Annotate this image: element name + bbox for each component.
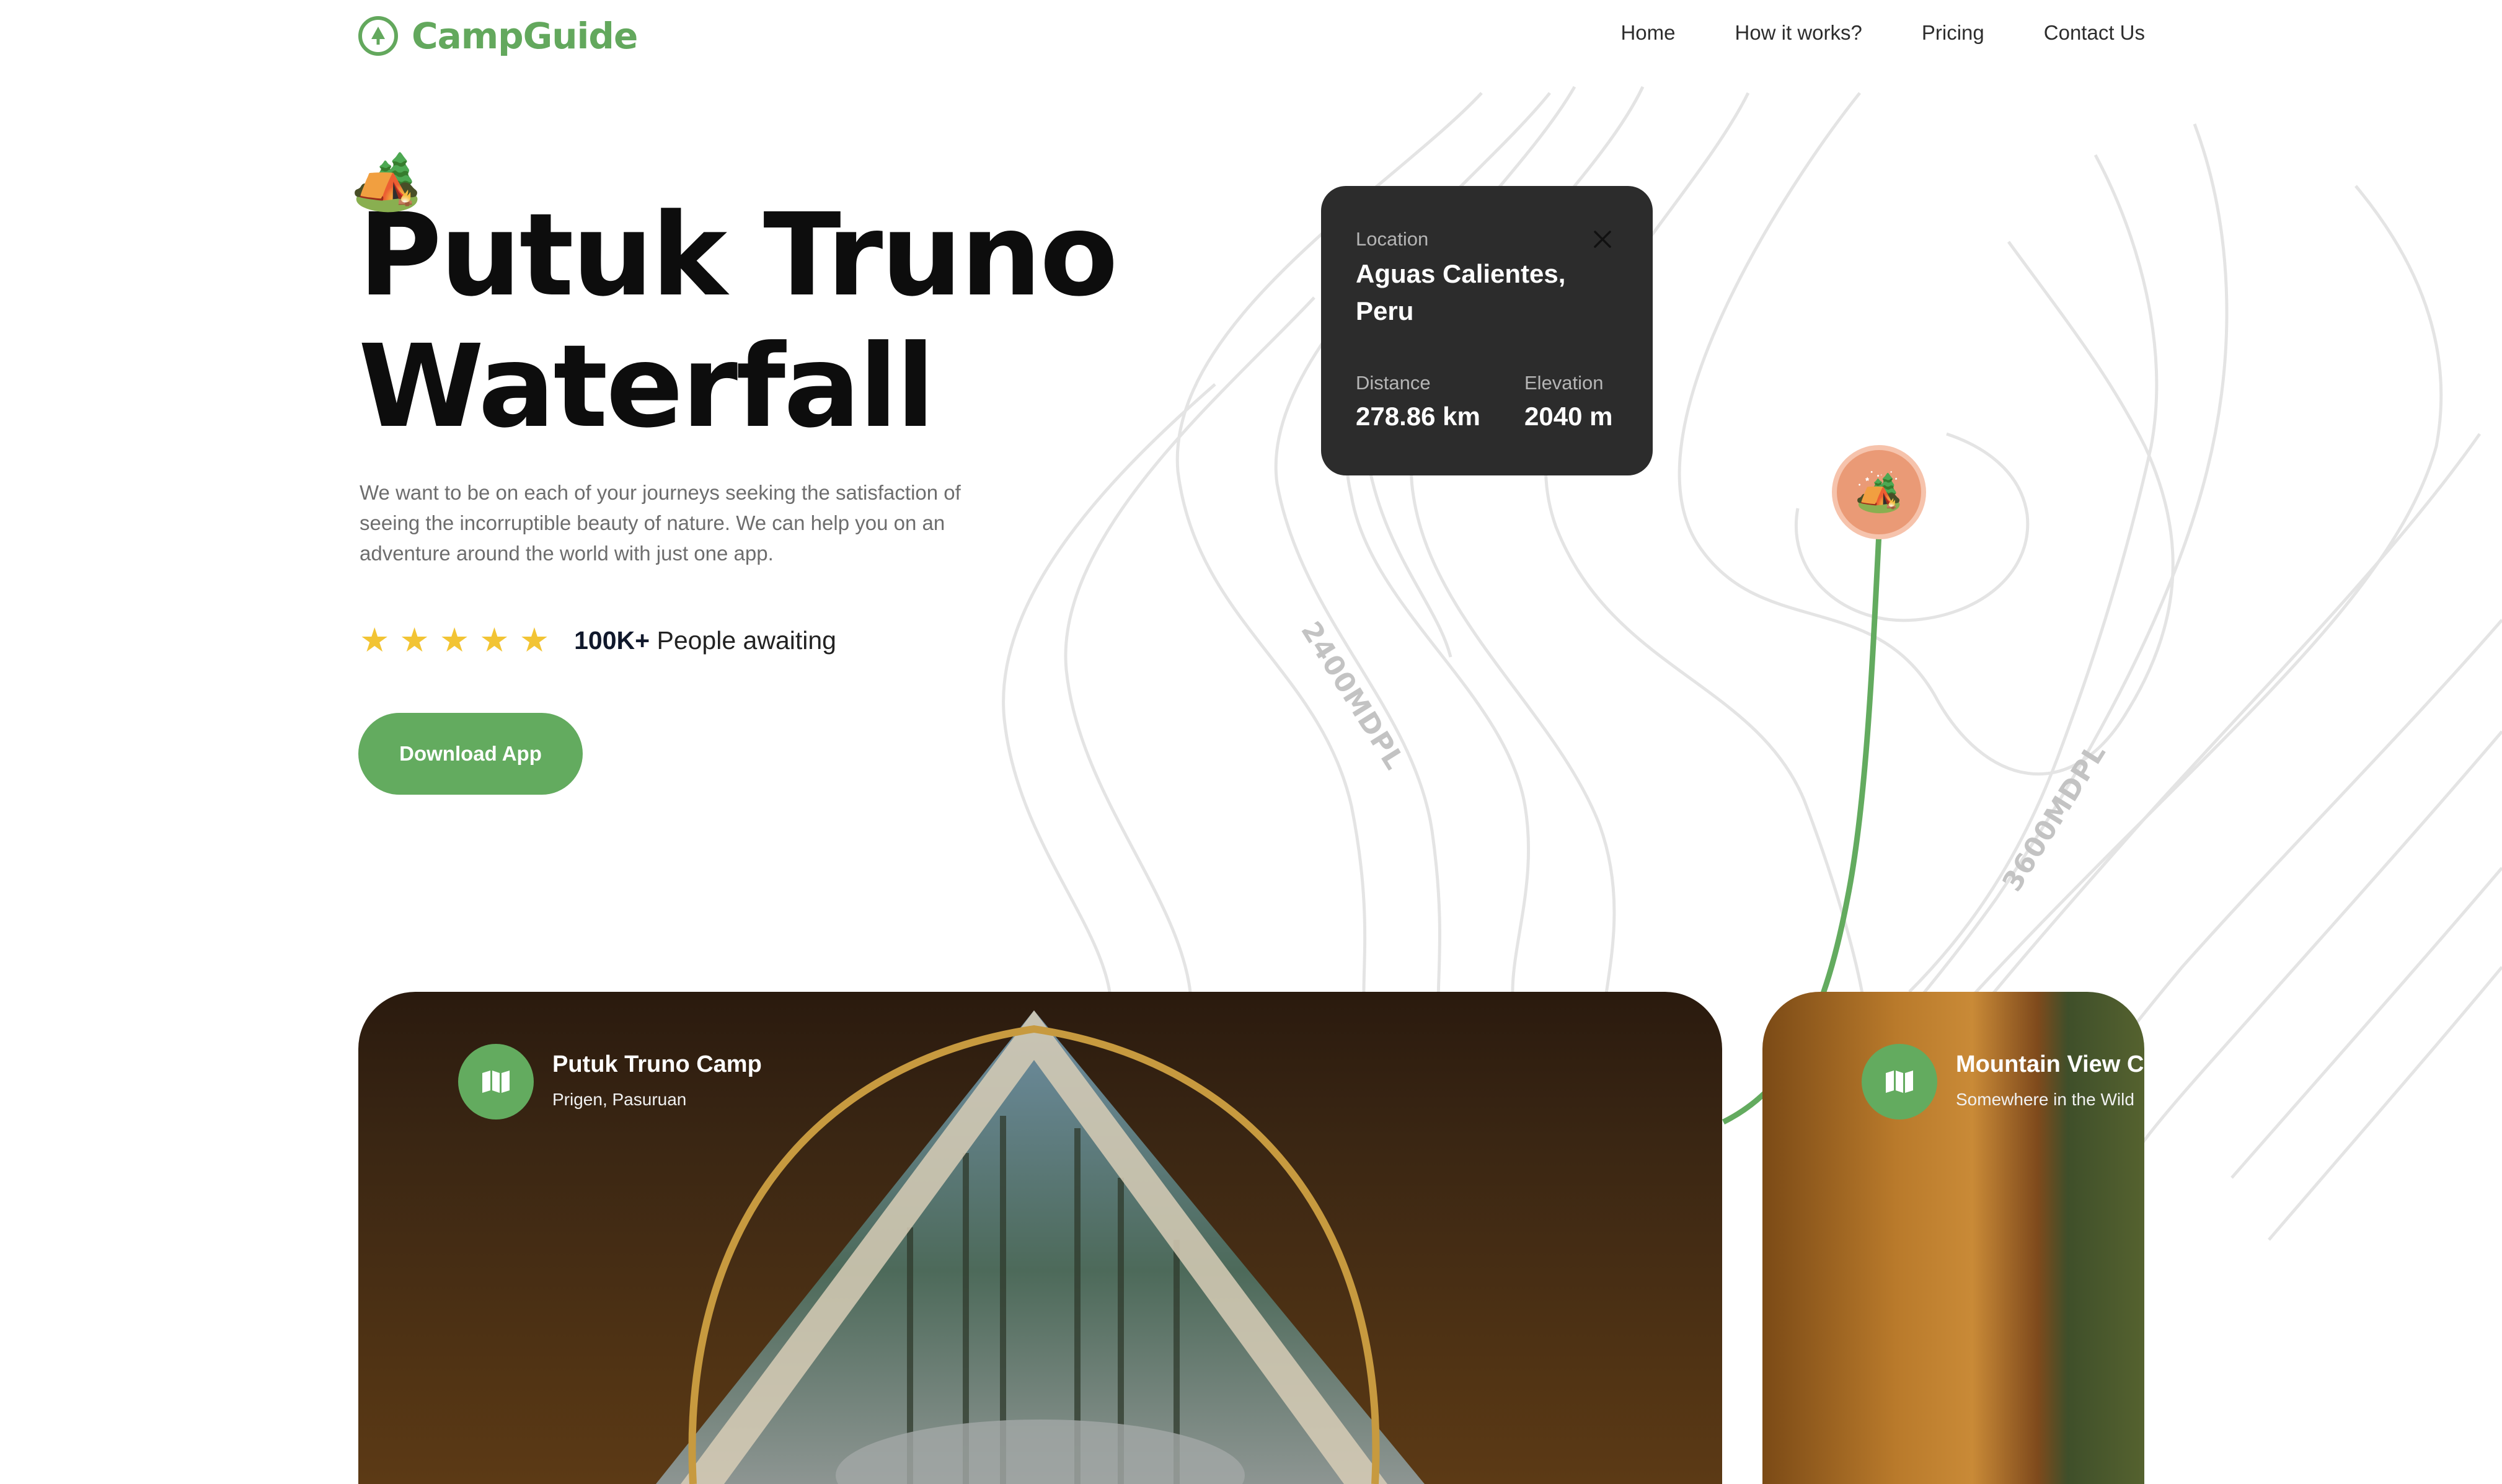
rating-row: ★ ★ ★ ★ ★ 100K+ People awaiting bbox=[360, 624, 836, 657]
brand-name: CampGuide bbox=[412, 15, 638, 57]
distance-label: Distance bbox=[1356, 372, 1431, 394]
contour-line bbox=[1002, 383, 1216, 992]
elevation-label: Elevation bbox=[1524, 372, 1604, 394]
location-info-card: Location Aguas Calientes, Peru Distance … bbox=[1321, 186, 1653, 475]
rating-caption: People awaiting bbox=[656, 625, 836, 655]
camp-card-subtitle: Somewhere in the Wild bbox=[1956, 1090, 2134, 1109]
contour-line bbox=[2118, 730, 2502, 1179]
camp-card[interactable]: Mountain View Camp Somewhere in the Wild bbox=[1762, 992, 2144, 1484]
camp-card-title: Mountain View Camp bbox=[1956, 1051, 2144, 1077]
nav-home[interactable]: Home bbox=[1620, 21, 1675, 45]
map-icon bbox=[1862, 1044, 1937, 1120]
rating-count: 100K+ bbox=[574, 625, 650, 655]
nav-how-it-works[interactable]: How it works? bbox=[1735, 21, 1862, 45]
distance-value: 278.86 km bbox=[1356, 402, 1480, 431]
camping-tent-icon: 🏕️ bbox=[351, 149, 422, 213]
hero-title: Putuk Truno Waterfall bbox=[358, 190, 1164, 453]
camp-card[interactable]: Putuk Truno Camp Prigen, Pasuruan bbox=[358, 992, 1722, 1484]
star-icon: ★ bbox=[360, 622, 390, 659]
rating-stars: ★ ★ ★ ★ ★ bbox=[360, 624, 549, 657]
close-icon[interactable] bbox=[1589, 226, 1616, 253]
hero-title-line-1: Putuk Truno bbox=[358, 189, 1118, 322]
contour-line bbox=[1890, 185, 2443, 1092]
star-icon: ★ bbox=[399, 622, 430, 659]
nav-pricing[interactable]: Pricing bbox=[1922, 21, 1984, 45]
contour-line bbox=[2230, 867, 2502, 1179]
contour-line bbox=[1678, 92, 2175, 776]
download-app-button[interactable]: Download App bbox=[358, 713, 583, 795]
contour-line bbox=[2268, 966, 2502, 1241]
camp-card-title: Putuk Truno Camp bbox=[552, 1051, 762, 1077]
star-icon: ★ bbox=[519, 622, 550, 659]
hero-description: We want to be on each of your journeys s… bbox=[360, 481, 961, 565]
location-label: Location bbox=[1356, 228, 1429, 250]
rating-text: 100K+ People awaiting bbox=[574, 626, 836, 655]
nav-contact-us[interactable]: Contact Us bbox=[2044, 21, 2145, 45]
main-navigation: Home How it works? Pricing Contact Us bbox=[1620, 21, 2145, 45]
camp-card-subtitle: Prigen, Pasuruan bbox=[552, 1090, 687, 1109]
star-icon: ★ bbox=[479, 622, 510, 659]
location-value: Aguas Calientes, Peru bbox=[1356, 259, 1566, 325]
tree-in-circle-icon bbox=[358, 16, 398, 56]
star-icon: ★ bbox=[439, 622, 470, 659]
hero-title-line-2: Waterfall bbox=[358, 320, 935, 453]
brand-logo[interactable]: CampGuide bbox=[358, 15, 638, 57]
elevation-value: 2040 m bbox=[1524, 402, 1613, 431]
map-location-marker[interactable]: 🏕️ bbox=[1832, 445, 1926, 539]
map-icon bbox=[458, 1044, 534, 1120]
